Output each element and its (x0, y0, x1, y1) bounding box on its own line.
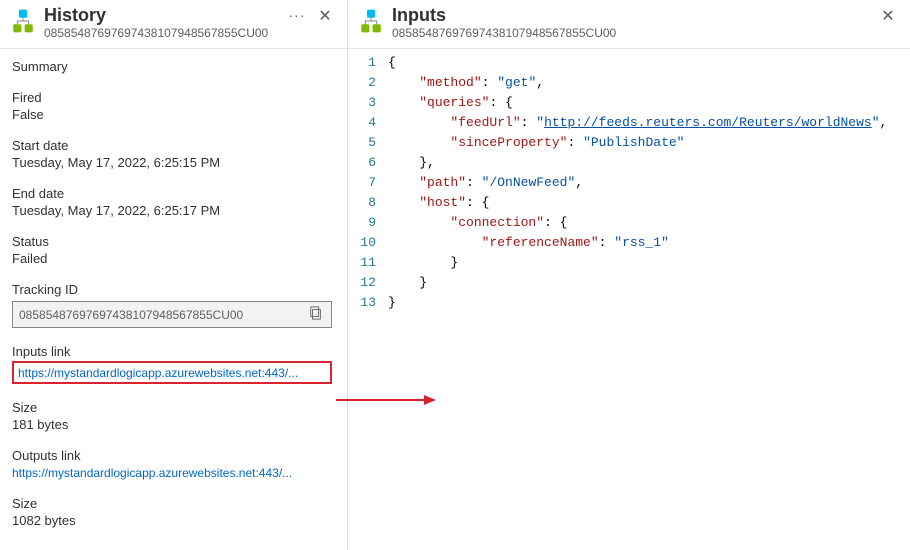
inputs-link-box: https://mystandardlogicapp.azurewebsites… (12, 361, 332, 384)
inputs-size-value: 181 bytes (12, 417, 335, 432)
inputs-header: Inputs 08585487697697438107948567855CU00… (348, 0, 910, 49)
outputs-link[interactable]: https://mystandardlogicapp.azurewebsites… (12, 466, 292, 480)
end-date-value: Tuesday, May 17, 2022, 6:25:17 PM (12, 203, 335, 218)
inputs-link-label: Inputs link (12, 344, 335, 359)
close-button[interactable]: ✕ (876, 4, 900, 28)
inputs-panel: Inputs 08585487697697438107948567855CU00… (348, 0, 910, 550)
fired-value: False (12, 107, 335, 122)
status-label: Status (12, 234, 335, 249)
outputs-size-label: Size (12, 496, 335, 511)
line-gutter: 12345678910111213 (348, 53, 388, 313)
more-actions-button[interactable]: ··· (285, 4, 309, 28)
inputs-link[interactable]: https://mystandardlogicapp.azurewebsites… (18, 366, 298, 380)
history-header: History 08585487697697438107948567855CU0… (0, 0, 347, 49)
outputs-link-label: Outputs link (12, 448, 335, 463)
outputs-size-value: 1082 bytes (12, 513, 335, 528)
history-body: Summary Fired False Start date Tuesday, … (0, 49, 347, 550)
connector-icon (10, 8, 36, 34)
inputs-title: Inputs (392, 4, 876, 26)
history-panel: History 08585487697697438107948567855CU0… (0, 0, 348, 550)
tracking-id-box: 08585487697697438107948567855CU00 (12, 301, 332, 328)
tracking-id-value: 08585487697697438107948567855CU00 (19, 308, 307, 322)
start-date-label: Start date (12, 138, 335, 153)
code-area: { "method": "get", "queries": { "feedUrl… (388, 53, 910, 313)
start-date-value: Tuesday, May 17, 2022, 6:25:15 PM (12, 155, 335, 170)
inputs-subtitle: 08585487697697438107948567855CU00 (392, 26, 876, 40)
status-value: Failed (12, 251, 335, 266)
json-editor[interactable]: 12345678910111213 { "method": "get", "qu… (348, 49, 910, 313)
inputs-size-label: Size (12, 400, 335, 415)
copy-button[interactable] (307, 306, 325, 323)
end-date-label: End date (12, 186, 335, 201)
connector-icon (358, 8, 384, 34)
history-title: History (44, 4, 285, 26)
history-subtitle: 08585487697697438107948567855CU00 (44, 26, 285, 40)
tracking-id-label: Tracking ID (12, 282, 335, 297)
close-button[interactable]: ✕ (313, 4, 337, 28)
summary-heading: Summary (12, 59, 335, 74)
fired-label: Fired (12, 90, 335, 105)
